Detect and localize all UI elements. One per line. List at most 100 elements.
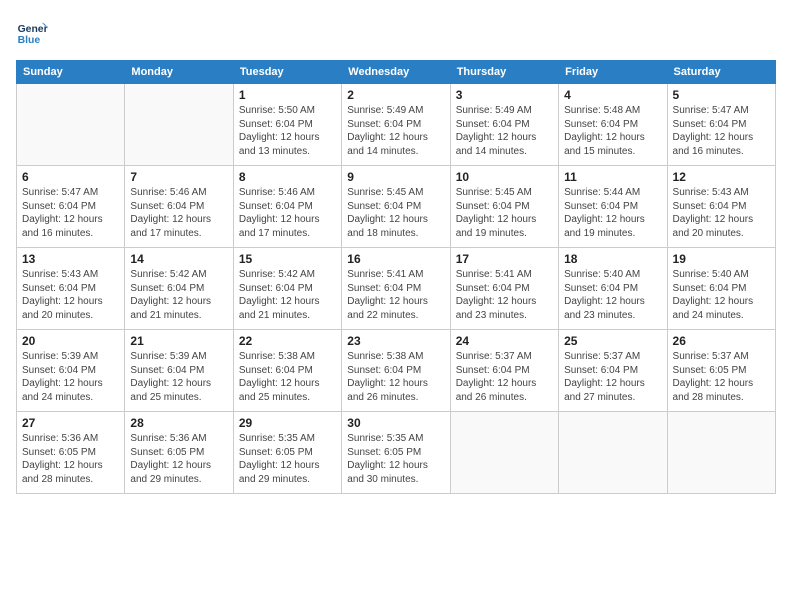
cell-info-line: Sunset: 6:04 PM (564, 364, 661, 378)
logo-icon: General Blue (16, 16, 48, 48)
cell-info-line: Daylight: 12 hours (239, 295, 336, 309)
cell-info-line: Sunset: 6:04 PM (673, 200, 770, 214)
calendar-table: SundayMondayTuesdayWednesdayThursdayFrid… (16, 60, 776, 494)
calendar-cell (667, 412, 775, 494)
calendar-cell: 3Sunrise: 5:49 AMSunset: 6:04 PMDaylight… (450, 84, 558, 166)
calendar-week-1: 1Sunrise: 5:50 AMSunset: 6:04 PMDaylight… (17, 84, 776, 166)
day-number: 11 (564, 170, 661, 184)
col-header-tuesday: Tuesday (233, 61, 341, 84)
cell-info-line: Sunrise: 5:47 AM (673, 104, 770, 118)
cell-info-line: Sunrise: 5:45 AM (456, 186, 553, 200)
cell-info-line: Sunrise: 5:40 AM (564, 268, 661, 282)
col-header-sunday: Sunday (17, 61, 125, 84)
cell-info-line: Sunrise: 5:38 AM (347, 350, 444, 364)
cell-info-line: Sunrise: 5:42 AM (239, 268, 336, 282)
cell-info-line: and 17 minutes. (130, 227, 227, 241)
calendar-cell: 21Sunrise: 5:39 AMSunset: 6:04 PMDayligh… (125, 330, 233, 412)
calendar-cell: 18Sunrise: 5:40 AMSunset: 6:04 PMDayligh… (559, 248, 667, 330)
cell-info-line: Daylight: 12 hours (347, 459, 444, 473)
cell-info-line: Sunset: 6:04 PM (22, 282, 119, 296)
calendar-cell: 8Sunrise: 5:46 AMSunset: 6:04 PMDaylight… (233, 166, 341, 248)
day-number: 29 (239, 416, 336, 430)
calendar-cell: 6Sunrise: 5:47 AMSunset: 6:04 PMDaylight… (17, 166, 125, 248)
cell-info-line: and 21 minutes. (239, 309, 336, 323)
cell-info-line: Sunrise: 5:45 AM (347, 186, 444, 200)
day-number: 30 (347, 416, 444, 430)
calendar-cell (17, 84, 125, 166)
cell-info-line: Sunrise: 5:43 AM (22, 268, 119, 282)
day-number: 7 (130, 170, 227, 184)
cell-info-line: Sunset: 6:04 PM (456, 200, 553, 214)
cell-info-line: Daylight: 12 hours (673, 377, 770, 391)
day-number: 6 (22, 170, 119, 184)
day-number: 2 (347, 88, 444, 102)
cell-info-line: Sunset: 6:05 PM (239, 446, 336, 460)
calendar-cell (125, 84, 233, 166)
calendar-week-3: 13Sunrise: 5:43 AMSunset: 6:04 PMDayligh… (17, 248, 776, 330)
cell-info-line: and 14 minutes. (347, 145, 444, 159)
cell-info-line: and 30 minutes. (347, 473, 444, 487)
calendar-cell: 13Sunrise: 5:43 AMSunset: 6:04 PMDayligh… (17, 248, 125, 330)
cell-info-line: Sunrise: 5:46 AM (130, 186, 227, 200)
calendar-cell: 20Sunrise: 5:39 AMSunset: 6:04 PMDayligh… (17, 330, 125, 412)
cell-info-line: and 28 minutes. (22, 473, 119, 487)
cell-info-line: Sunrise: 5:47 AM (22, 186, 119, 200)
cell-info-line: and 21 minutes. (130, 309, 227, 323)
cell-info-line: Daylight: 12 hours (347, 377, 444, 391)
cell-info-line: and 25 minutes. (239, 391, 336, 405)
day-number: 17 (456, 252, 553, 266)
calendar-cell: 22Sunrise: 5:38 AMSunset: 6:04 PMDayligh… (233, 330, 341, 412)
cell-info-line: Sunset: 6:04 PM (673, 282, 770, 296)
calendar-cell: 23Sunrise: 5:38 AMSunset: 6:04 PMDayligh… (342, 330, 450, 412)
cell-info-line: and 14 minutes. (456, 145, 553, 159)
calendar-cell: 10Sunrise: 5:45 AMSunset: 6:04 PMDayligh… (450, 166, 558, 248)
cell-info-line: Sunset: 6:04 PM (130, 200, 227, 214)
cell-info-line: and 17 minutes. (239, 227, 336, 241)
calendar-cell: 28Sunrise: 5:36 AMSunset: 6:05 PMDayligh… (125, 412, 233, 494)
day-number: 25 (564, 334, 661, 348)
day-number: 26 (673, 334, 770, 348)
svg-text:General: General (18, 24, 48, 35)
cell-info-line: and 24 minutes. (22, 391, 119, 405)
calendar-cell (450, 412, 558, 494)
calendar-week-4: 20Sunrise: 5:39 AMSunset: 6:04 PMDayligh… (17, 330, 776, 412)
calendar-cell: 27Sunrise: 5:36 AMSunset: 6:05 PMDayligh… (17, 412, 125, 494)
calendar-cell: 4Sunrise: 5:48 AMSunset: 6:04 PMDaylight… (559, 84, 667, 166)
calendar-cell: 9Sunrise: 5:45 AMSunset: 6:04 PMDaylight… (342, 166, 450, 248)
cell-info-line: Daylight: 12 hours (239, 131, 336, 145)
cell-info-line: Sunrise: 5:35 AM (239, 432, 336, 446)
cell-info-line: and 15 minutes. (564, 145, 661, 159)
calendar-cell: 15 Sunrise: 5:42 AMSunset: 6:04 PMDayligh… (233, 248, 341, 330)
cell-info-line: Sunset: 6:04 PM (239, 282, 336, 296)
calendar-header-row: SundayMondayTuesdayWednesdayThursdayFrid… (17, 61, 776, 84)
calendar-cell: 5Sunrise: 5:47 AMSunset: 6:04 PMDaylight… (667, 84, 775, 166)
day-number: 28 (130, 416, 227, 430)
day-number: 13 (22, 252, 119, 266)
cell-info-line: and 20 minutes. (22, 309, 119, 323)
cell-info-line: Sunset: 6:04 PM (564, 200, 661, 214)
day-number: 15 (239, 252, 336, 266)
cell-info-line: Daylight: 12 hours (347, 295, 444, 309)
cell-info-line: Sunset: 6:04 PM (130, 364, 227, 378)
calendar-cell: 7Sunrise: 5:46 AMSunset: 6:04 PMDaylight… (125, 166, 233, 248)
page-header: General Blue (16, 16, 776, 48)
cell-info-line: Sunrise: 5:35 AM (347, 432, 444, 446)
cell-info-line: Daylight: 12 hours (456, 377, 553, 391)
day-number: 3 (456, 88, 553, 102)
cell-info-line: and 18 minutes. (347, 227, 444, 241)
cell-info-line: Sunrise: 5:37 AM (564, 350, 661, 364)
cell-info-line: Daylight: 12 hours (564, 213, 661, 227)
cell-info-line: Daylight: 12 hours (239, 459, 336, 473)
calendar-cell: 17Sunrise: 5:41 AMSunset: 6:04 PMDayligh… (450, 248, 558, 330)
cell-info-line: Sunrise: 5:37 AM (673, 350, 770, 364)
cell-info-line: Sunset: 6:04 PM (564, 282, 661, 296)
col-header-wednesday: Wednesday (342, 61, 450, 84)
cell-info-line: and 26 minutes. (347, 391, 444, 405)
day-number: 5 (673, 88, 770, 102)
cell-info-line: Daylight: 12 hours (130, 377, 227, 391)
cell-info-line: Daylight: 12 hours (22, 377, 119, 391)
cell-info-line: Sunrise: 5:38 AM (239, 350, 336, 364)
cell-info-line: Daylight: 12 hours (564, 377, 661, 391)
day-number: 9 (347, 170, 444, 184)
cell-info-line: Sunset: 6:04 PM (673, 118, 770, 132)
